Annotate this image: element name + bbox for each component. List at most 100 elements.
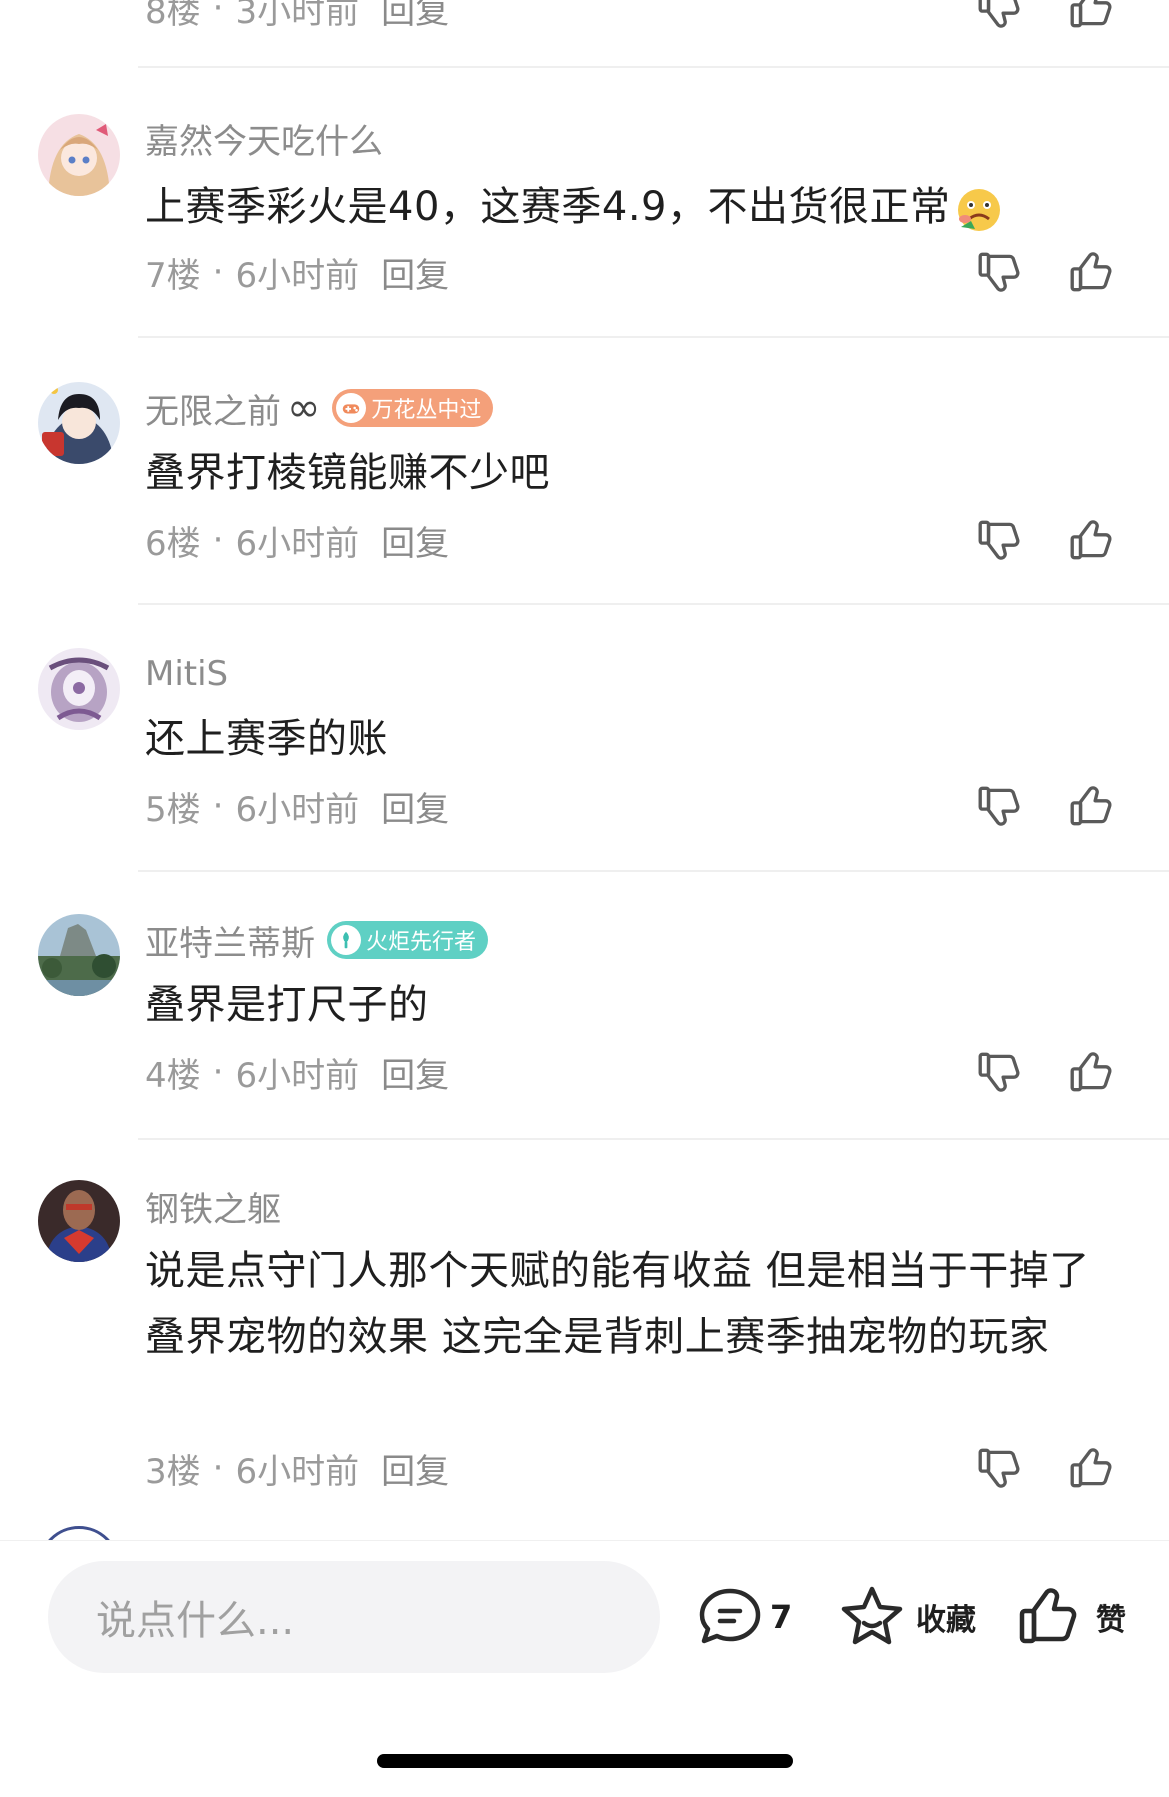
thumbs-up-icon: [1070, 786, 1112, 826]
comment-body: 说是点守门人那个天赋的能有收益 但是相当于干掉了叠界宠物的效果 这完全是背刺上赛…: [145, 1248, 1090, 1360]
username[interactable]: 亚特兰蒂斯: [145, 916, 315, 965]
comment-text: 叠界是打尺子的: [145, 972, 1105, 1038]
thumbs-down-icon: [978, 252, 1020, 292]
floor-number: 6楼: [145, 523, 201, 564]
thumbs-up-icon: [1070, 520, 1112, 560]
username[interactable]: MitiS: [145, 654, 228, 694]
divider: [138, 66, 1169, 68]
meta-separator: ·: [212, 520, 224, 560]
comment-input-placeholder: 说点什么...: [96, 1598, 295, 1644]
like-post-button[interactable]: 赞: [1016, 1581, 1126, 1653]
like-button[interactable]: [1064, 0, 1120, 36]
comment-meta: 5楼 · 6小时前 回复: [145, 782, 449, 831]
avatar-image: [38, 1180, 120, 1262]
comment-text: 叠界打棱镜能赚不少吧: [145, 440, 1105, 506]
avatar[interactable]: [38, 1526, 120, 1540]
like-button[interactable]: [1064, 1440, 1120, 1496]
star-icon: [841, 1586, 903, 1645]
like-button[interactable]: [1064, 512, 1120, 568]
thumbs-up-icon: [1019, 1588, 1077, 1644]
avatar[interactable]: [38, 914, 120, 996]
reply-button[interactable]: 回复: [381, 248, 449, 297]
avatar[interactable]: [38, 114, 120, 196]
reply-button[interactable]: 回复: [381, 782, 449, 831]
reply-button[interactable]: 回复: [381, 516, 449, 565]
meta-separator: ·: [212, 1448, 224, 1488]
comments-button[interactable]: 7: [694, 1581, 792, 1653]
reply-button[interactable]: 回复: [381, 0, 449, 33]
comment-time: 6小时前: [235, 1451, 360, 1492]
avatar-image: [38, 914, 120, 996]
dislike-button[interactable]: [972, 1044, 1028, 1100]
comment-body: 还上赛季的账: [145, 716, 388, 762]
badge-label: 万花丛中过: [371, 398, 482, 423]
thumbs-up-icon: [1070, 0, 1112, 28]
meta-separator: ·: [212, 0, 224, 28]
meta-separator: ·: [212, 252, 224, 292]
thumbs-up-icon: [1070, 1052, 1112, 1092]
comment-meta: 7楼 · 6小时前 回复: [145, 248, 449, 297]
username-row: 嘉然今天吃什么: [145, 114, 383, 163]
comment-text: 上赛季彩火是40，这赛季4.9，不出货很正常: [145, 174, 1105, 240]
username-row: MitiS: [145, 652, 228, 696]
floor-number: 3楼: [145, 1451, 201, 1492]
meta-separator: ·: [212, 1052, 224, 1092]
avatar[interactable]: [38, 1180, 120, 1262]
username[interactable]: 钢铁之躯: [145, 1182, 281, 1231]
thumbs-down-icon: [978, 1052, 1020, 1092]
username-row: 无限之前 ∞ 万花丛中过: [145, 384, 494, 433]
thumbs-up-icon: [1070, 1448, 1112, 1488]
dislike-button[interactable]: [972, 0, 1028, 36]
username-row: 钢铁之躯: [145, 1182, 281, 1231]
divider: [138, 336, 1169, 338]
dislike-button[interactable]: [972, 512, 1028, 568]
divider: [138, 603, 1169, 605]
home-indicator[interactable]: [377, 1754, 793, 1768]
comment-body: 叠界打棱镜能赚不少吧: [145, 450, 550, 496]
comment-meta: 4楼 · 6小时前 回复: [145, 1048, 449, 1097]
avatar[interactable]: [38, 382, 120, 464]
like-button[interactable]: [1064, 778, 1120, 834]
username[interactable]: 嘉然今天吃什么: [145, 114, 383, 163]
username[interactable]: 无限之前: [145, 384, 281, 433]
avatar[interactable]: [38, 648, 120, 730]
thumbs-down-icon: [978, 0, 1020, 28]
avatar-image: [38, 382, 120, 464]
floor-number: 4楼: [145, 1055, 201, 1096]
divider: [138, 870, 1169, 872]
badge-label: 火炬先行者: [366, 930, 477, 955]
floor-number: 8楼: [145, 0, 201, 32]
floor-number: 7楼: [145, 255, 201, 296]
reply-button[interactable]: 回复: [381, 1444, 449, 1493]
comment-text: 还上赛季的账: [145, 706, 1105, 772]
comment-icon: [699, 1588, 761, 1644]
avatar-image: [38, 648, 120, 730]
username-row: 亚特兰蒂斯 火炬先行者: [145, 916, 489, 965]
comment-feed[interactable]: 8楼 · 3小时前 回复 嘉然今天吃什么 上赛季彩火是40，这赛季4.9，不出货…: [0, 0, 1169, 1540]
dislike-button[interactable]: [972, 778, 1028, 834]
comment-input[interactable]: 说点什么...: [48, 1561, 660, 1673]
dislike-button[interactable]: [972, 244, 1028, 300]
comment-time: 3小时前: [235, 0, 360, 32]
thumbs-up-icon: [1070, 252, 1112, 292]
favorite-label: 收藏: [916, 1603, 976, 1638]
comment-time: 6小时前: [235, 255, 360, 296]
comment-meta: 8楼 · 3小时前 回复: [145, 0, 449, 33]
meta-separator: ·: [212, 786, 224, 826]
avatar-image: [38, 114, 120, 196]
dislike-button[interactable]: [972, 1440, 1028, 1496]
comment-time: 6小时前: [235, 523, 360, 564]
comment-body: 叠界是打尺子的: [145, 982, 429, 1028]
favorite-button[interactable]: 收藏: [836, 1581, 976, 1653]
infinity-icon: ∞: [287, 385, 321, 431]
gamepad-icon: [336, 393, 367, 423]
like-button[interactable]: [1064, 1044, 1120, 1100]
reply-button[interactable]: 回复: [381, 1048, 449, 1097]
user-badge[interactable]: 火炬先行者: [327, 921, 489, 959]
user-badge[interactable]: 万花丛中过: [332, 389, 494, 427]
comment-body: 上赛季彩火是40，这赛季4.9，不出货很正常: [145, 184, 951, 230]
like-label: 赞: [1096, 1603, 1126, 1638]
comment-time: 6小时前: [235, 789, 360, 830]
comment-count: 7: [770, 1598, 793, 1636]
like-button[interactable]: [1064, 244, 1120, 300]
